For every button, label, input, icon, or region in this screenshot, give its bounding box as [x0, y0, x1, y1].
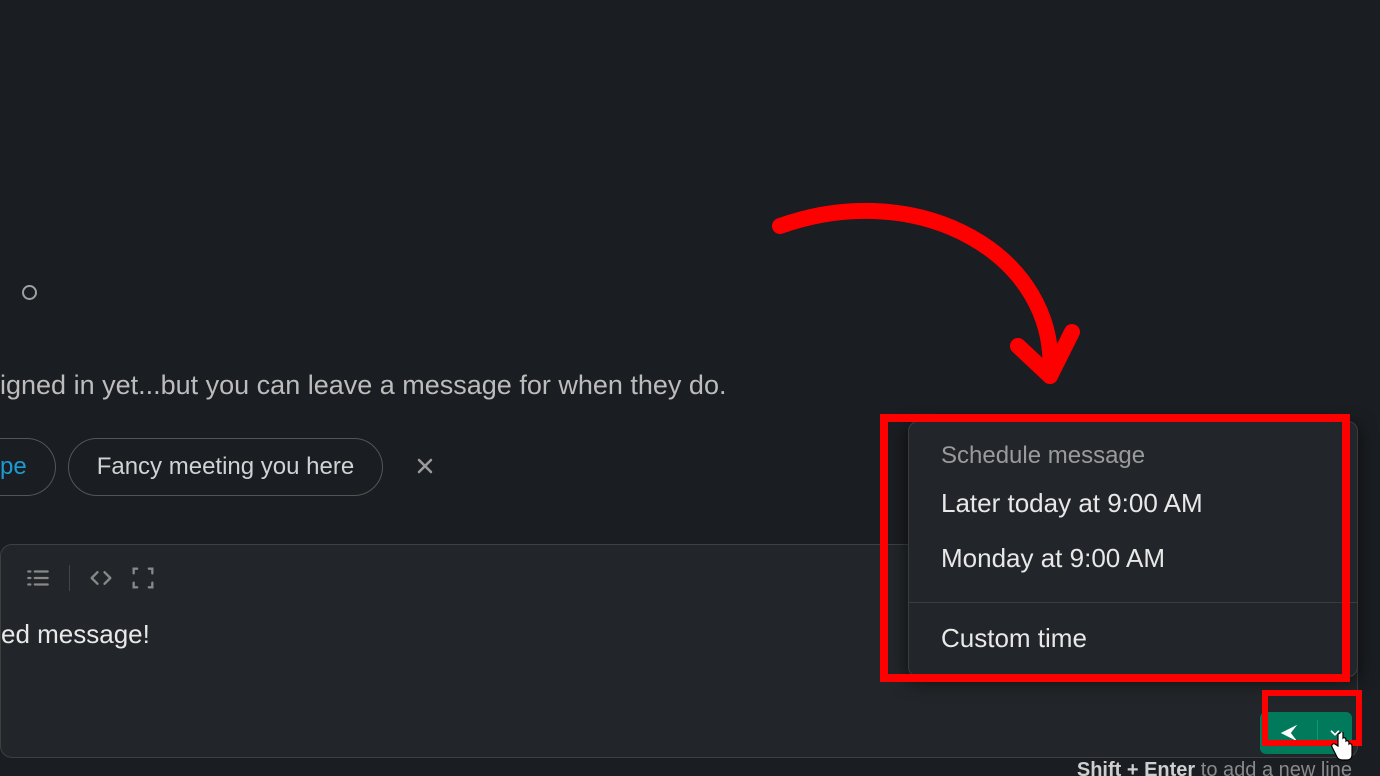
code-block-icon[interactable] — [126, 561, 160, 595]
code-icon[interactable] — [84, 561, 118, 595]
schedule-message-menu: Schedule message Later today at 9:00 AM … — [908, 421, 1358, 677]
presence-away-icon — [22, 285, 37, 300]
shortcut-hint: Shift + Enter to add a new line — [1077, 759, 1352, 776]
suggestion-pill-partial[interactable]: pe — [0, 438, 56, 496]
schedule-menu-header: Schedule message — [909, 422, 1357, 476]
send-icon — [1278, 722, 1300, 744]
chevron-down-icon — [1328, 726, 1342, 740]
hint-keys: Shift + Enter — [1077, 759, 1195, 776]
toolbar-separator — [69, 565, 70, 591]
suggestion-pill[interactable]: Fancy meeting you here — [68, 438, 383, 496]
empty-state-text: igned in yet...but you can leave a messa… — [0, 370, 726, 401]
schedule-option-later-today[interactable]: Later today at 9:00 AM — [909, 476, 1357, 531]
close-icon — [415, 456, 435, 476]
schedule-option-custom[interactable]: Custom time — [909, 603, 1357, 676]
dismiss-suggestions-button[interactable] — [405, 446, 445, 489]
send-options-button[interactable] — [1318, 726, 1352, 740]
annotation-arrow — [760, 196, 1100, 416]
send-button[interactable] — [1260, 722, 1317, 744]
send-button-group — [1260, 712, 1352, 754]
indent-list-icon[interactable] — [21, 561, 55, 595]
schedule-option-monday[interactable]: Monday at 9:00 AM — [909, 531, 1357, 586]
suggestion-row: pe Fancy meeting you here — [0, 438, 445, 496]
hint-text: to add a new line — [1195, 759, 1352, 776]
